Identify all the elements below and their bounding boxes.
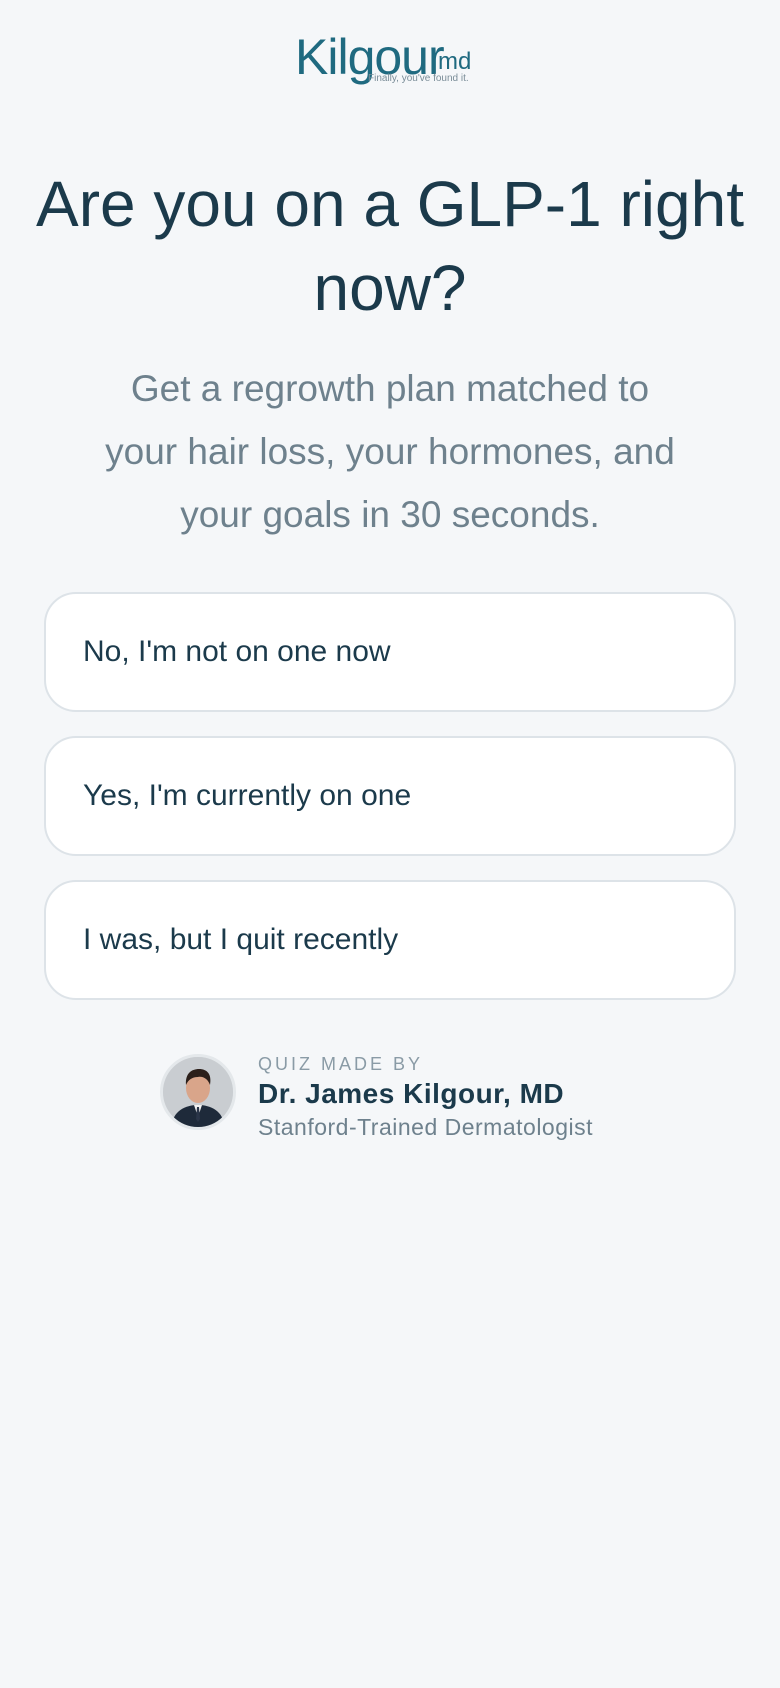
author-eyebrow: QUIZ MADE BY: [258, 1054, 424, 1074]
question-subhead: Get a regrowth plan matched to your hair…: [105, 368, 675, 535]
author-details: QUIZ MADE BY Dr. James Kilgour, MD Stanf…: [258, 1052, 593, 1142]
quiz-author-credit: QUIZ MADE BY Dr. James Kilgour, MD Stanf…: [160, 1052, 660, 1140]
brand-logo[interactable]: Kilgour md Finally, you've found it.: [0, 30, 780, 88]
answer-options: No, I'm not on one now Yes, I'm currentl…: [44, 592, 736, 1024]
logo-tagline: Finally, you've found it.: [368, 73, 469, 84]
answer-option-label: No, I'm not on one now: [83, 635, 391, 668]
author-portrait-image: [163, 1057, 233, 1127]
author-name: Dr. James Kilgour, MD: [258, 1078, 565, 1109]
question-headline: Are you on a GLP-1 right now?: [36, 168, 744, 324]
logo-lockup: Kilgour md Finally, you've found it.: [295, 30, 485, 88]
answer-option-label: I was, but I quit recently: [83, 923, 399, 956]
logo-suffix: md: [438, 48, 472, 75]
author-avatar: [160, 1054, 236, 1130]
answer-option-quit-recently[interactable]: I was, but I quit recently: [44, 880, 736, 1000]
answer-option-label: Yes, I'm currently on one: [83, 779, 412, 812]
answer-option-currently-on-one[interactable]: Yes, I'm currently on one: [44, 736, 736, 856]
author-title: Stanford-Trained Dermatologist: [258, 1114, 594, 1140]
answer-option-not-on-one[interactable]: No, I'm not on one now: [44, 592, 736, 712]
